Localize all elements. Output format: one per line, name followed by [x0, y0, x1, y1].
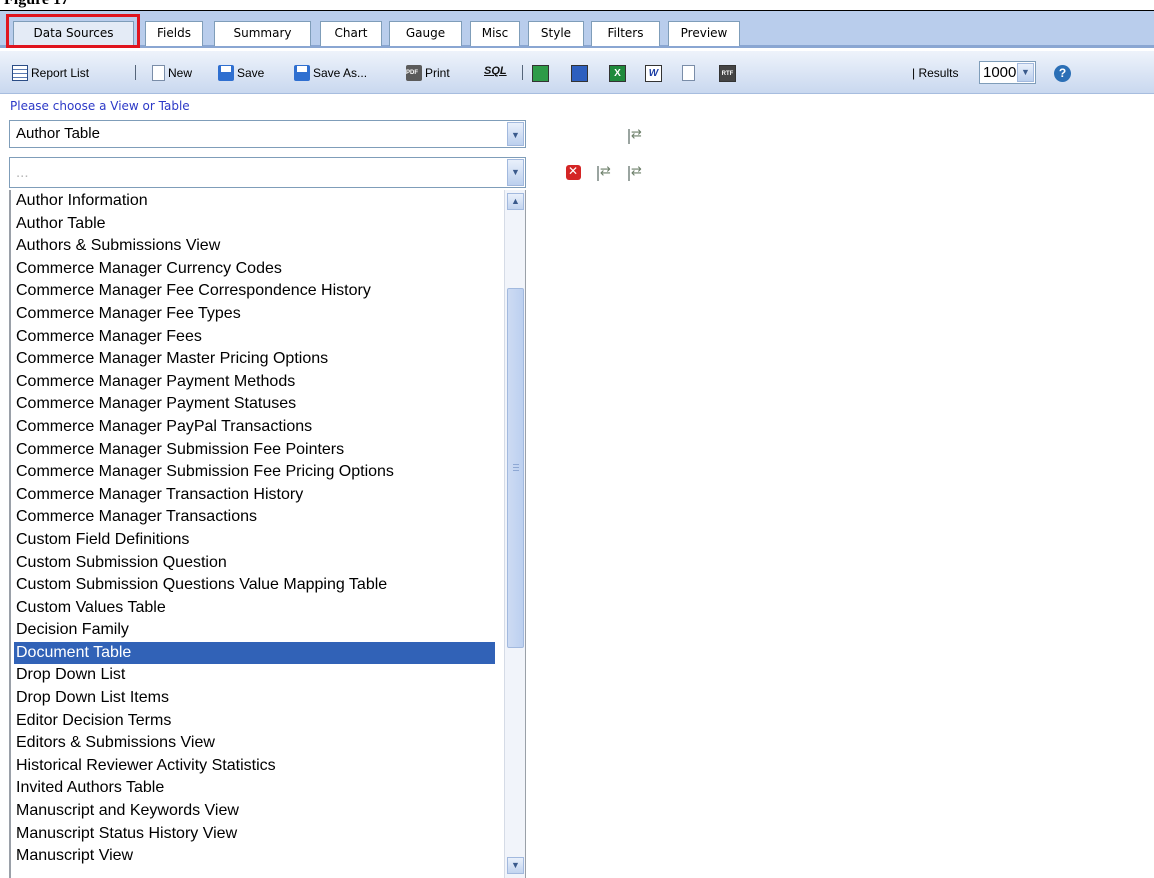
new-button[interactable]: New — [152, 63, 192, 83]
list-item[interactable]: Commerce Manager Submission Fee Pointers — [14, 439, 495, 462]
pdf-icon — [406, 65, 422, 81]
swap-icon[interactable] — [628, 163, 643, 181]
list-item[interactable]: Custom Submission Questions Value Mappin… — [14, 574, 495, 597]
list-item[interactable]: Commerce Manager Fees — [14, 326, 495, 349]
results-label: | Results — [912, 66, 959, 80]
export-excel-button[interactable]: X — [609, 63, 629, 83]
tab-gauge[interactable]: Gauge — [389, 21, 462, 46]
text-document-icon — [682, 65, 695, 81]
view-table-select[interactable]: Author Table ▼ — [9, 120, 526, 148]
list-item[interactable]: Drop Down List Items — [14, 687, 495, 710]
chart-image-icon — [571, 64, 588, 82]
save-label: Save — [237, 66, 265, 80]
list-item[interactable]: Commerce Manager Payment Methods — [14, 371, 495, 394]
chevron-down-icon[interactable]: ▼ — [507, 122, 524, 146]
list-item[interactable]: Manuscript and Keywords View — [14, 800, 495, 823]
list-item[interactable]: Commerce Manager Payment Statuses — [14, 393, 495, 416]
list-item[interactable]: Commerce Manager Master Pricing Options — [14, 348, 495, 371]
list-item[interactable]: Author Table — [14, 213, 495, 236]
list-item[interactable]: Custom Values Table — [14, 597, 495, 620]
rtf-icon: RTF — [719, 64, 736, 82]
figure-title: Figure 17 — [4, 0, 69, 8]
help-button[interactable]: ? — [1054, 63, 1074, 83]
report-list-button[interactable]: Report List — [12, 63, 89, 83]
join-table-select[interactable]: ... ▼ — [9, 157, 526, 188]
tab-summary[interactable]: Summary — [214, 21, 311, 46]
new-page-icon — [152, 65, 165, 81]
export-image-button[interactable] — [571, 63, 591, 83]
save-as-disk-icon — [294, 65, 310, 81]
save-button[interactable]: Save — [218, 63, 264, 83]
list-item[interactable]: Historical Reviewer Activity Statistics — [14, 755, 495, 778]
tab-bar: Data Sources Fields Summary Chart Gauge … — [0, 10, 1154, 48]
view-table-prompt: Please choose a View or Table — [10, 99, 190, 113]
dropdown-items: Author Information Author Table Authors & … — [14, 190, 495, 868]
delete-icon[interactable] — [566, 164, 581, 180]
list-item[interactable]: Commerce Manager Fee Correspondence Hist… — [14, 280, 495, 303]
sql-icon: SQL — [484, 65, 507, 77]
tab-preview[interactable]: Preview — [668, 21, 740, 46]
tab-filters[interactable]: Filters — [591, 21, 660, 46]
help-icon: ? — [1054, 64, 1071, 82]
list-item[interactable]: Editor Decision Terms — [14, 710, 495, 733]
list-item[interactable]: Invited Authors Table — [14, 777, 495, 800]
tab-fields[interactable]: Fields — [145, 21, 203, 46]
scroll-grip-icon — [513, 464, 519, 472]
tab-chart[interactable]: Chart — [320, 21, 382, 46]
table-dropdown-list[interactable]: Author Information Author Table Authors & … — [9, 190, 526, 878]
toolbar-separator — [522, 65, 523, 80]
word-icon: W — [645, 64, 662, 82]
tab-misc[interactable]: Misc — [470, 21, 520, 46]
list-item[interactable]: Editors & Submissions View — [14, 732, 495, 755]
list-item[interactable]: Authors & Submissions View — [14, 235, 495, 258]
list-item[interactable]: Custom Submission Question — [14, 552, 495, 575]
tab-style[interactable]: Style — [528, 21, 584, 46]
export-csv-button[interactable] — [532, 63, 552, 83]
export-word-button[interactable]: W — [645, 63, 665, 83]
chevron-down-icon[interactable]: ▼ — [1017, 63, 1034, 82]
list-item[interactable]: Manuscript Status History View — [14, 823, 495, 846]
toolbar: Report List New Save Save As... Print SQ… — [0, 51, 1154, 94]
export-rtf-button[interactable]: RTF — [719, 63, 739, 83]
dropdown-scrollbar[interactable]: ▲ ▼ — [504, 190, 525, 878]
list-item[interactable]: Author Information — [14, 190, 495, 213]
new-label: New — [168, 66, 193, 80]
tab-highlight-box — [6, 14, 140, 48]
view-table-select-value: Author Table — [16, 125, 100, 142]
list-item[interactable]: Manuscript View — [14, 845, 495, 868]
list-item[interactable]: Commerce Manager Transaction History — [14, 484, 495, 507]
excel-icon: X — [609, 64, 626, 82]
scrollbar-thumb[interactable] — [507, 288, 524, 648]
list-item[interactable]: Commerce Manager Currency Codes — [14, 258, 495, 281]
list-item[interactable]: Commerce Manager Transactions — [14, 506, 495, 529]
swap-icon[interactable] — [628, 126, 643, 144]
list-item[interactable]: Commerce Manager Submission Fee Pricing … — [14, 461, 495, 484]
print-label: Print — [425, 66, 450, 80]
save-disk-icon — [218, 65, 234, 81]
results-value: 1000 — [983, 64, 1017, 81]
list-item[interactable]: Commerce Manager PayPal Transactions — [14, 416, 495, 439]
export-text-button[interactable] — [682, 63, 698, 83]
list-item[interactable]: Custom Field Definitions — [14, 529, 495, 552]
list-item[interactable]: Decision Family — [14, 619, 495, 642]
print-button[interactable]: Print — [406, 63, 450, 83]
results-select[interactable]: 1000 ▼ — [979, 61, 1036, 84]
chevron-down-icon[interactable]: ▼ — [507, 159, 524, 186]
scroll-up-arrow-icon[interactable]: ▲ — [507, 193, 524, 210]
join-table-select-value: ... — [16, 164, 29, 181]
scroll-down-arrow-icon[interactable]: ▼ — [507, 857, 524, 874]
report-list-label: Report List — [31, 66, 90, 80]
list-item[interactable]: Commerce Manager Fee Types — [14, 303, 495, 326]
report-list-icon — [12, 65, 28, 81]
list-item[interactable]: Drop Down List — [14, 664, 495, 687]
move-up-icon[interactable] — [597, 163, 612, 181]
save-as-button[interactable]: Save As... — [294, 63, 367, 83]
save-as-label: Save As... — [313, 66, 368, 80]
toolbar-separator — [135, 65, 136, 80]
spreadsheet-icon — [532, 64, 549, 82]
sql-button[interactable]: SQL — [484, 63, 507, 83]
list-item[interactable]: Document Table — [14, 641, 495, 665]
